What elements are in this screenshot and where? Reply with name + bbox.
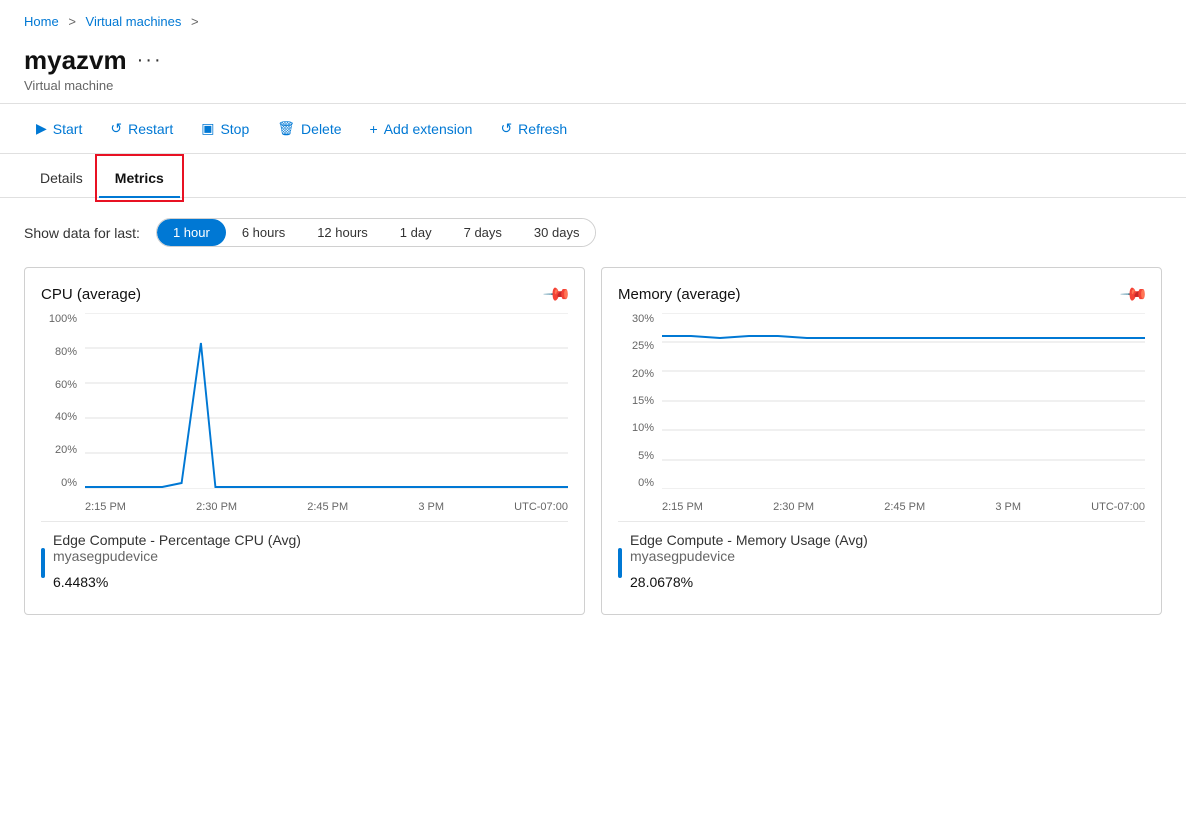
breadcrumb-home[interactable]: Home bbox=[24, 14, 59, 29]
memory-chart-card: Memory (average) 📌 30% 25% 20% 15% 10% 5… bbox=[601, 267, 1162, 615]
cpu-pin-icon[interactable]: 📌 bbox=[541, 279, 572, 310]
cpu-legend: Edge Compute - Percentage CPU (Avg) myas… bbox=[41, 521, 568, 594]
page-subtitle: Virtual machine bbox=[24, 78, 1162, 93]
time-pill-6hours[interactable]: 6 hours bbox=[226, 219, 301, 246]
cpu-chart-svg bbox=[85, 313, 568, 489]
cpu-chart-card: CPU (average) 📌 100% 80% 60% 40% 20% 0% bbox=[24, 267, 585, 615]
breadcrumb-vms[interactable]: Virtual machines bbox=[86, 14, 182, 29]
memory-chart-body bbox=[662, 313, 1145, 489]
memory-legend-name: Edge Compute - Memory Usage (Avg) bbox=[630, 532, 868, 548]
memory-legend-device: myasegpudevice bbox=[630, 548, 868, 564]
cpu-y-axis: 100% 80% 60% 40% 20% 0% bbox=[41, 313, 81, 489]
time-filter-pills: 1 hour 6 hours 12 hours 1 day 7 days 30 … bbox=[156, 218, 597, 247]
charts-grid: CPU (average) 📌 100% 80% 60% 40% 20% 0% bbox=[24, 267, 1162, 615]
cpu-chart-body bbox=[85, 313, 568, 489]
memory-legend: Edge Compute - Memory Usage (Avg) myaseg… bbox=[618, 521, 1145, 594]
stop-icon: ▣ bbox=[201, 120, 214, 137]
refresh-button[interactable]: ↺ Refresh bbox=[488, 114, 579, 143]
page-header: myazvm ··· Virtual machine bbox=[0, 39, 1186, 103]
breadcrumb-sep1: > bbox=[68, 14, 76, 29]
more-options-button[interactable]: ··· bbox=[137, 49, 163, 72]
cpu-chart-area: 100% 80% 60% 40% 20% 0% bbox=[41, 313, 568, 513]
memory-legend-color bbox=[618, 548, 622, 578]
breadcrumb-sep2: > bbox=[191, 14, 199, 29]
add-extension-button[interactable]: + Add extension bbox=[358, 115, 485, 143]
cpu-legend-name: Edge Compute - Percentage CPU (Avg) bbox=[53, 532, 301, 548]
delete-icon: 🗑 bbox=[277, 120, 295, 137]
cpu-chart-title: CPU (average) bbox=[41, 286, 141, 303]
cpu-legend-value: 6.4483% bbox=[53, 566, 301, 594]
start-icon: ▶ bbox=[36, 120, 47, 137]
page-title: myazvm bbox=[24, 45, 127, 76]
restart-button[interactable]: ↺ Restart bbox=[98, 114, 185, 143]
add-icon: + bbox=[370, 121, 378, 137]
memory-chart-area: 30% 25% 20% 15% 10% 5% 0% bbox=[618, 313, 1145, 513]
cpu-legend-color bbox=[41, 548, 45, 578]
stop-button[interactable]: ▣ Stop bbox=[189, 114, 261, 143]
start-button[interactable]: ▶ Start bbox=[24, 114, 94, 143]
delete-button[interactable]: 🗑 Delete bbox=[265, 114, 353, 143]
memory-x-axis: 2:15 PM 2:30 PM 2:45 PM 3 PM UTC-07:00 bbox=[662, 501, 1145, 513]
tabs: Details Metrics bbox=[0, 158, 1186, 198]
main-content: Show data for last: 1 hour 6 hours 12 ho… bbox=[0, 198, 1186, 635]
memory-pin-icon[interactable]: 📌 bbox=[1118, 279, 1149, 310]
time-pill-12hours[interactable]: 12 hours bbox=[301, 219, 384, 246]
refresh-icon: ↺ bbox=[500, 120, 512, 137]
breadcrumb: Home > Virtual machines > bbox=[0, 0, 1186, 39]
cpu-x-axis: 2:15 PM 2:30 PM 2:45 PM 3 PM UTC-07:00 bbox=[85, 501, 568, 513]
memory-y-axis: 30% 25% 20% 15% 10% 5% 0% bbox=[618, 313, 658, 489]
toolbar: ▶ Start ↺ Restart ▣ Stop 🗑 Delete + Add … bbox=[0, 103, 1186, 154]
memory-chart-svg bbox=[662, 313, 1145, 489]
time-pill-1hour[interactable]: 1 hour bbox=[157, 219, 226, 246]
cpu-legend-device: myasegpudevice bbox=[53, 548, 301, 564]
tab-metrics[interactable]: Metrics bbox=[99, 158, 180, 198]
time-filter-label: Show data for last: bbox=[24, 225, 140, 241]
time-pill-7days[interactable]: 7 days bbox=[448, 219, 518, 246]
memory-chart-title: Memory (average) bbox=[618, 286, 741, 303]
tab-details[interactable]: Details bbox=[24, 158, 99, 198]
time-pill-1day[interactable]: 1 day bbox=[384, 219, 448, 246]
time-filter-row: Show data for last: 1 hour 6 hours 12 ho… bbox=[24, 218, 1162, 247]
restart-icon: ↺ bbox=[110, 120, 122, 137]
time-pill-30days[interactable]: 30 days bbox=[518, 219, 596, 246]
memory-legend-value: 28.0678% bbox=[630, 566, 868, 594]
